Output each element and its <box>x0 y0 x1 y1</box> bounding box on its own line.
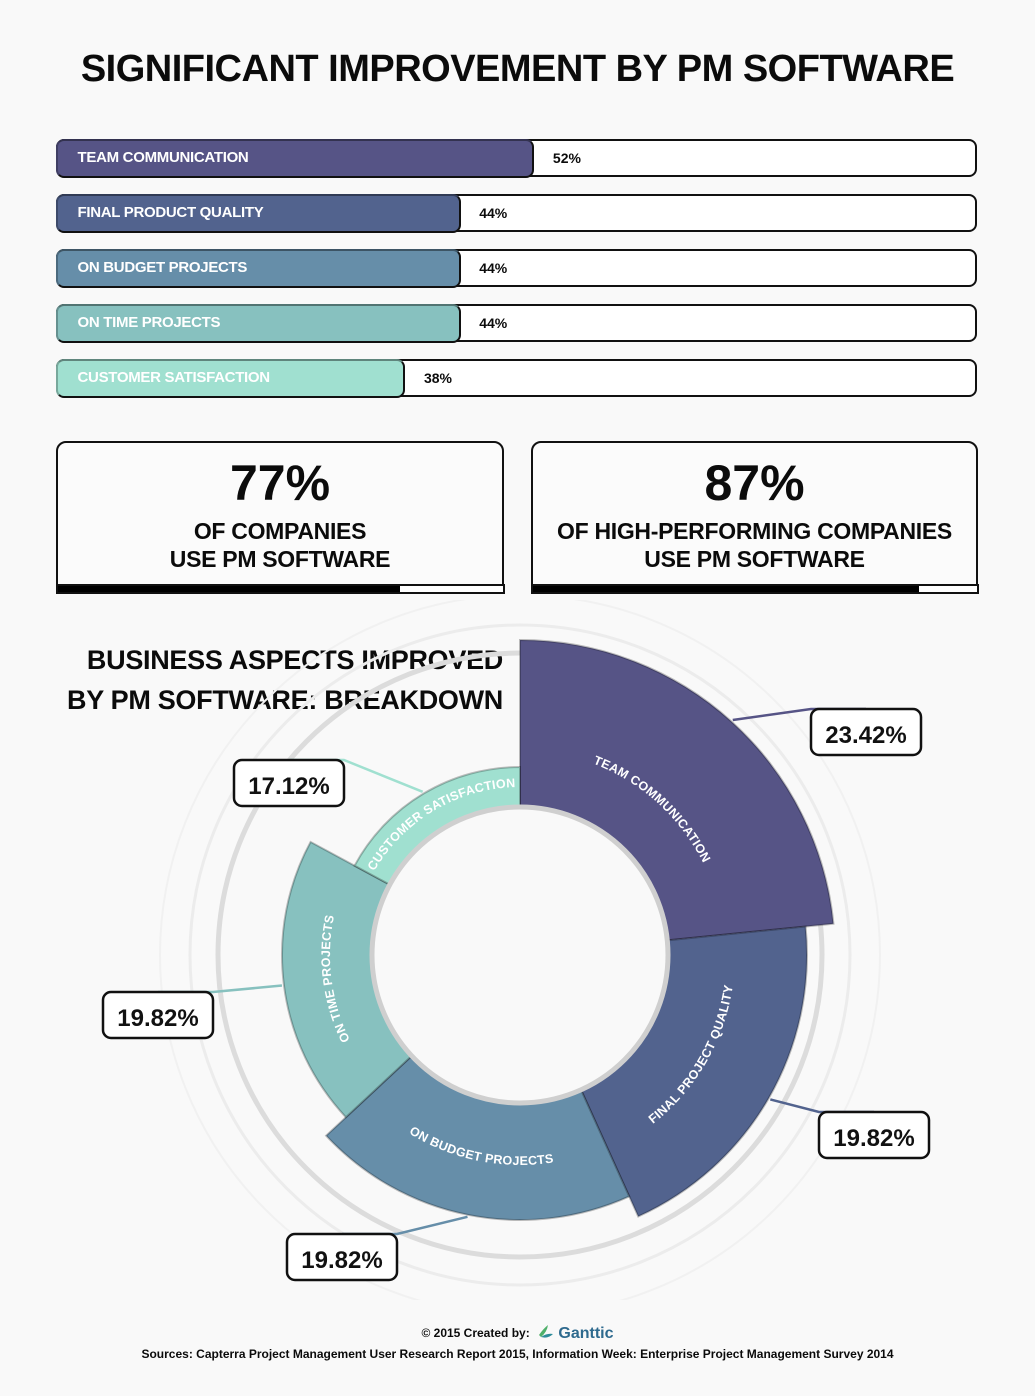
donut-hole <box>369 804 671 1106</box>
stat-value: 77% <box>229 455 331 511</box>
page-title: SIGNIFICANT IMPROVEMENT BY PM SOFTWARE <box>80 48 955 90</box>
stat-box-high-performing: 87% OF HIGH-PERFORMING COMPANIES USE PM … <box>530 441 979 594</box>
callout-value: 17.12% <box>248 773 329 800</box>
bar-value: 44% <box>479 260 508 276</box>
callout-value: 23.42% <box>825 722 906 749</box>
bar-label: ON TIME PROJECTS <box>77 313 221 331</box>
callout-value: 19.82% <box>301 1247 382 1274</box>
bar-row: FINAL PRODUCT QUALITY 44% <box>55 193 977 233</box>
stat-box-companies: 77% OF COMPANIES USE PM SOFTWARE <box>55 441 505 594</box>
callout-line <box>342 1215 468 1236</box>
bar-value: 38% <box>423 370 452 386</box>
bar-label: TEAM COMMUNICATION <box>77 148 249 166</box>
bar-row: ON TIME PROJECTS 44% <box>55 303 977 343</box>
brand-name: Ganttic <box>558 1325 614 1342</box>
bar-fill: CUSTOMER SATISFACTION <box>55 358 406 398</box>
bar-row: TEAM COMMUNICATION 52% <box>55 138 977 178</box>
bar-value: 44% <box>479 315 508 331</box>
stat-progress-fill <box>57 585 401 592</box>
stat-progress <box>55 583 505 594</box>
stat-line: USE PM SOFTWARE <box>169 546 391 572</box>
stat-line: OF HIGH-PERFORMING COMPANIES <box>557 518 952 544</box>
ganttic-logo-icon <box>539 1325 554 1338</box>
stat-value: 87% <box>704 455 805 511</box>
footer-sources: Sources: Capterra Project Management Use… <box>141 1347 894 1361</box>
bar-fill: TEAM COMMUNICATION <box>55 138 535 178</box>
bar-label: FINAL PRODUCT QUALITY <box>77 203 264 221</box>
callout-value: 19.82% <box>833 1125 914 1152</box>
created-by-text: © 2015 Created by: <box>421 1326 530 1340</box>
footer-credit: © 2015 Created by: Ganttic <box>0 1323 1035 1343</box>
bar-value: 52% <box>552 150 581 166</box>
stat-progress <box>530 583 979 594</box>
bar-value: 44% <box>479 205 508 221</box>
bar-fill: ON TIME PROJECTS <box>55 303 461 343</box>
bar-fill: ON BUDGET PROJECTS <box>55 248 461 288</box>
callout-value: 19.82% <box>117 1005 198 1032</box>
donut-chart: TEAM COMMUNICATION23.42%FINAL PROJECT QU… <box>101 600 931 1300</box>
stat-progress-fill <box>532 585 919 592</box>
bar-label: CUSTOMER SATISFACTION <box>77 368 271 386</box>
bar-label: ON BUDGET PROJECTS <box>77 258 248 276</box>
bar-fill: FINAL PRODUCT QUALITY <box>55 193 461 233</box>
stat-line: USE PM SOFTWARE <box>644 546 865 572</box>
stat-line: OF COMPANIES <box>193 518 367 544</box>
bar-row: CUSTOMER SATISFACTION 38% <box>55 358 977 398</box>
bar-row: ON BUDGET PROJECTS 44% <box>55 248 977 288</box>
